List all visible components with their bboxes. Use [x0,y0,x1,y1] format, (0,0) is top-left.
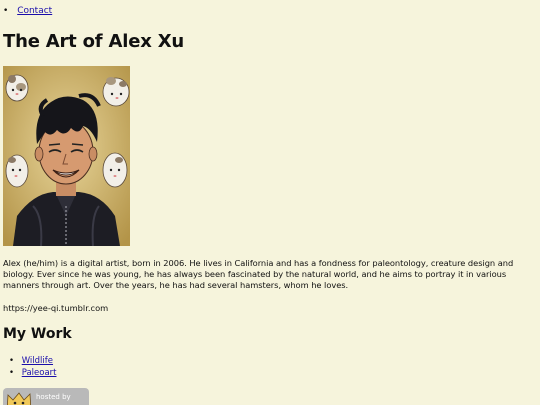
paleoart-link[interactable]: Paleoart [22,368,57,378]
my-work-heading: My Work [3,326,72,342]
bio-paragraph: Alex (he/him) is a digital artist, born … [3,258,514,291]
page: { "nav": { "items": [ { "label": "Contac… [0,0,540,405]
contact-link[interactable]: Contact [17,6,52,16]
work-list: Wildlife Paleoart [9,356,57,379]
cat-mascot-icon [6,392,32,405]
hosted-by-text: hosted by [36,393,71,401]
site-url: https://yee-qi.tumblr.com [3,303,109,313]
hamster-right [102,152,128,188]
hamster-left [5,154,29,188]
artist-portrait [3,66,130,246]
work-item: Wildlife [9,356,57,368]
hamster-top-left [5,74,29,102]
hosted-by-badge[interactable]: hosted by [3,388,89,405]
page-title: The Art of Alex Xu [3,31,184,52]
wildlife-link[interactable]: Wildlife [22,356,53,366]
top-nav: Contact [3,5,52,17]
nav-item-contact: Contact [3,5,52,17]
portrait-illustration [3,66,130,246]
work-item: Paleoart [9,368,57,380]
